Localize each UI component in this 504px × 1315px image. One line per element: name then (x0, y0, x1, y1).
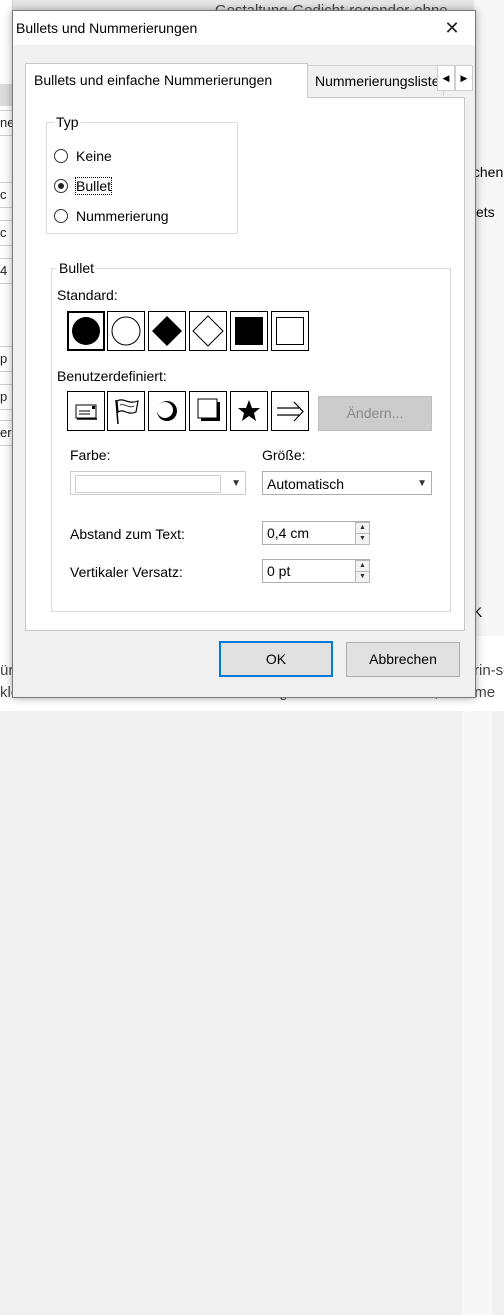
empty-square-icon (276, 317, 304, 345)
custom-label: Benutzerdefiniert: (57, 368, 167, 384)
star-icon (238, 400, 260, 421)
empty-circle-icon (111, 316, 141, 346)
bullet-legend: Bullet (57, 260, 97, 276)
color-dropdown[interactable]: ▼ (70, 471, 246, 495)
standard-label: Standard: (57, 287, 118, 303)
change-button[interactable]: Ändern... (318, 396, 432, 431)
standard-empty-circle-button[interactable] (107, 311, 145, 351)
radio-circle-icon (54, 149, 68, 163)
chevron-down-icon: ▼ (417, 478, 427, 489)
bg-strip: p (0, 384, 12, 410)
filled-square-icon (235, 317, 263, 345)
offset-spinbox[interactable]: 0 pt ▲ ▼ (262, 559, 370, 583)
ok-button[interactable]: OK (219, 641, 333, 677)
typ-legend: Typ (54, 114, 81, 130)
spacing-spinbox[interactable]: 0,4 cm ▲ ▼ (262, 521, 370, 545)
custom-crescent-circle-button[interactable] (148, 391, 186, 431)
custom-shadow-square-button[interactable] (189, 391, 227, 431)
bullets-dialog: Bullets und Nummerierungen ✕ Bullets und… (12, 10, 476, 698)
bg-strip: ne (0, 110, 12, 136)
tab-scroll-right-icon[interactable]: ▶ (455, 65, 473, 91)
bg-strip: c (0, 182, 12, 208)
size-label: Größe: (262, 447, 306, 463)
radio-label-keine: Keine (76, 148, 112, 164)
double-arrow-icon (277, 401, 304, 422)
tab-bar: Bullets und einfache Nummerierungen Numm… (25, 63, 473, 98)
standard-empty-square-button[interactable] (271, 311, 309, 351)
custom-card-button[interactable] (67, 391, 105, 431)
offset-value: 0 pt (267, 563, 291, 579)
dialog-titlebar[interactable]: Bullets und Nummerierungen ✕ (13, 11, 475, 45)
custom-flag-button[interactable] (107, 391, 145, 431)
bg-text-bottom-2: rin-so (474, 662, 504, 679)
bg-strip: c (0, 220, 12, 246)
standard-filled-circle-button[interactable] (67, 311, 105, 351)
radio-keine[interactable]: Keine (54, 146, 112, 166)
custom-double-arrow-button[interactable] (271, 391, 309, 431)
tab-panel: Typ Keine Bullet Nummerierung Bullet Sta… (25, 97, 465, 631)
radio-label-bullet: Bullet (74, 177, 113, 195)
bg-strip: 4 (0, 258, 12, 284)
filled-circle-icon (72, 317, 100, 345)
bg-strip: er (0, 420, 12, 446)
spacing-value: 0,4 cm (267, 525, 310, 541)
standard-empty-diamond-button[interactable] (189, 311, 227, 351)
offset-label: Vertikaler Versatz: (70, 564, 183, 580)
spin-down-icon[interactable]: ▼ (355, 533, 370, 545)
flag-icon (115, 399, 139, 425)
radio-bullet[interactable]: Bullet (54, 176, 113, 196)
spin-down-icon[interactable]: ▼ (355, 571, 370, 583)
shadow-square-icon (197, 398, 220, 421)
size-dropdown[interactable]: Automatisch ▼ (262, 471, 432, 495)
close-icon[interactable]: ✕ (429, 11, 475, 45)
tab-bullets-simple-numbering[interactable]: Bullets und einfache Nummerierungen (25, 63, 308, 98)
color-label: Farbe: (70, 447, 111, 463)
custom-star-button[interactable] (230, 391, 268, 431)
radio-nummerierung[interactable]: Nummerierung (54, 206, 169, 226)
crescent-circle-icon (157, 401, 177, 421)
standard-filled-square-button[interactable] (230, 311, 268, 351)
bg-strip: p (0, 346, 12, 372)
filled-diamond-icon (152, 316, 182, 346)
tab-scroll-left-icon[interactable]: ◀ (437, 65, 455, 91)
standard-filled-diamond-button[interactable] (148, 311, 186, 351)
size-value: Automatisch (267, 476, 345, 492)
radio-circle-icon (54, 209, 68, 223)
dialog-title: Bullets und Nummerierungen (16, 20, 198, 36)
chevron-down-icon: ▼ (231, 478, 241, 489)
spacing-label: Abstand zum Text: (70, 526, 185, 542)
cancel-button[interactable]: Abbrechen (346, 642, 460, 677)
tab-numbering-list[interactable]: Nummerierungsliste (306, 65, 444, 96)
color-swatch (75, 475, 221, 493)
radio-label-nummerierung: Nummerierung (76, 208, 169, 224)
card-icon (75, 404, 97, 420)
radio-selected-icon (54, 179, 68, 193)
empty-diamond-icon (192, 315, 224, 347)
